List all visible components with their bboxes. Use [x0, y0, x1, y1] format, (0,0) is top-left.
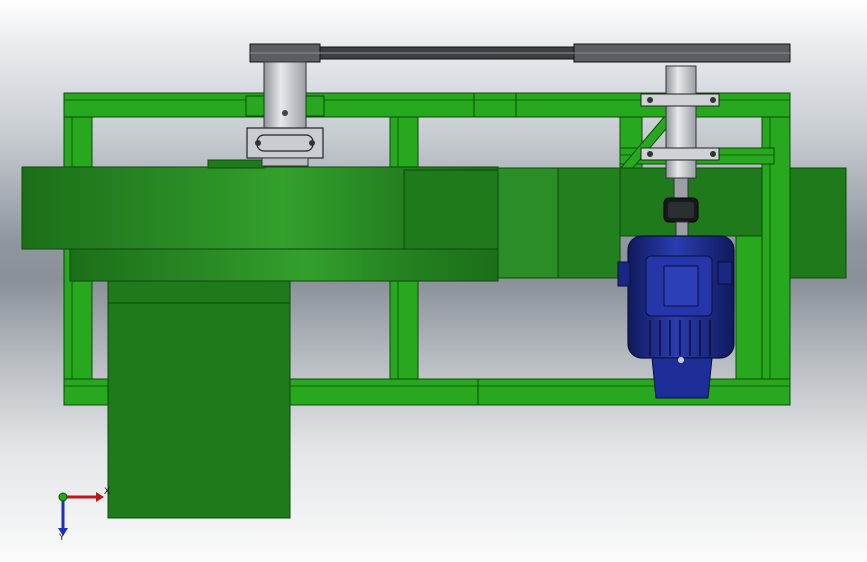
- motor-mount-bracket[interactable]: [618, 116, 775, 170]
- hopper[interactable]: [107, 280, 291, 519]
- coordinate-triad: [58, 492, 104, 536]
- y-axis-label: Y: [59, 533, 65, 543]
- drive-belt[interactable]: [249, 43, 791, 63]
- x-axis-label: X: [104, 487, 111, 497]
- assembly-drawing: [21, 43, 847, 536]
- main-housing[interactable]: [21, 159, 621, 282]
- cad-viewport[interactable]: X Y: [0, 0, 867, 562]
- electric-motor[interactable]: [617, 235, 735, 399]
